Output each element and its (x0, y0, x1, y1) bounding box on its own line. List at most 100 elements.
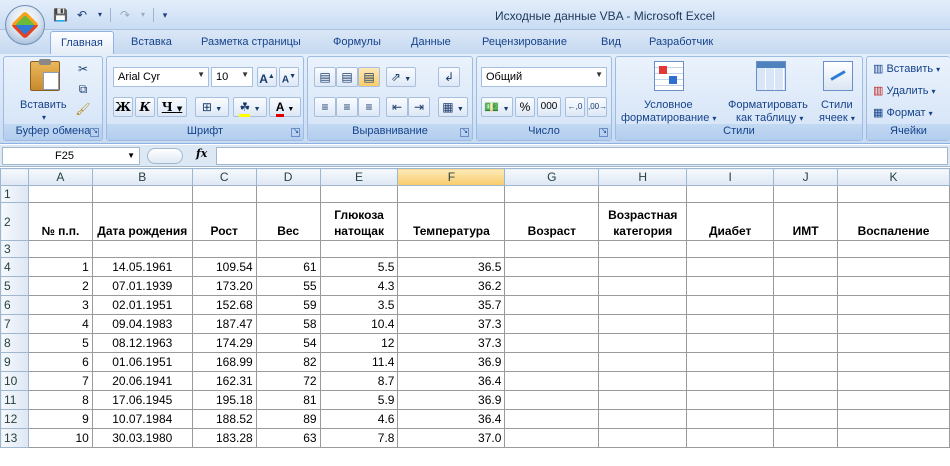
office-button[interactable] (5, 5, 45, 45)
cut-icon[interactable]: ✂ (74, 62, 92, 79)
cell-a5[interactable]: 2 (27, 276, 93, 296)
wrap-text-icon[interactable]: ↲ (438, 67, 460, 87)
cell-f7[interactable]: 37.3 (397, 314, 506, 334)
cell-d8[interactable]: 54 (255, 333, 321, 353)
tab-view[interactable]: Вид (601, 36, 621, 48)
row-header-2[interactable]: 2 (0, 202, 29, 241)
row-header-10[interactable]: 10 (0, 371, 29, 391)
cell-h12[interactable] (598, 409, 688, 429)
cell-a6[interactable]: 3 (27, 295, 93, 315)
tab-page-layout[interactable]: Разметка страницы (201, 36, 301, 48)
copy-icon[interactable]: ⧉ (74, 82, 92, 99)
row-header-13[interactable]: 13 (0, 428, 29, 448)
cell-d2[interactable]: Вес (255, 202, 321, 241)
cell-h6[interactable] (598, 295, 688, 315)
cell-b2[interactable]: Дата рождения (91, 202, 193, 241)
row-header-5[interactable]: 5 (0, 276, 29, 296)
row-header-9[interactable]: 9 (0, 352, 29, 372)
cell-k13[interactable] (837, 428, 950, 448)
cell-a7[interactable]: 4 (27, 314, 93, 334)
conditional-formatting-icon[interactable] (654, 61, 684, 91)
column-header-j[interactable]: J (773, 168, 839, 186)
tab-data[interactable]: Данные (411, 36, 451, 48)
cell-c3[interactable] (191, 240, 257, 258)
cell-b8[interactable]: 08.12.1963 (91, 333, 193, 353)
align-left-icon[interactable]: ≡ (314, 97, 336, 117)
tab-home[interactable]: Главная (50, 31, 114, 55)
cell-f10[interactable]: 36.4 (397, 371, 506, 391)
cell-i7[interactable] (686, 314, 775, 334)
cell-a11[interactable]: 8 (27, 390, 93, 410)
cell-g4[interactable] (504, 257, 600, 277)
cell-e1[interactable] (319, 185, 399, 203)
insert-cells-button[interactable]: ▥ Вставить ▾ (873, 63, 940, 76)
cell-styles-label[interactable]: Стили (821, 99, 853, 111)
align-right-icon[interactable]: ≡ (358, 97, 380, 117)
cell-g12[interactable] (504, 409, 600, 429)
cell-h13[interactable] (598, 428, 688, 448)
insert-function-icon[interactable]: fx (196, 147, 207, 160)
cell-c10[interactable]: 162.31 (191, 371, 257, 391)
cell-e3[interactable] (319, 240, 399, 258)
cell-c9[interactable]: 168.99 (191, 352, 257, 372)
cell-k10[interactable] (837, 371, 950, 391)
cell-i4[interactable] (686, 257, 775, 277)
cell-b12[interactable]: 10.07.1984 (91, 409, 193, 429)
redo-icon[interactable]: ↷ (117, 7, 133, 23)
cell-c12[interactable]: 188.52 (191, 409, 257, 429)
column-header-i[interactable]: I (686, 168, 775, 186)
cell-j6[interactable] (773, 295, 839, 315)
cell-d11[interactable]: 81 (255, 390, 321, 410)
cell-g2[interactable]: Возраст (504, 202, 600, 241)
cell-d5[interactable]: 55 (255, 276, 321, 296)
paste-dropdown-icon[interactable]: ▾ (42, 112, 46, 124)
cell-j7[interactable] (773, 314, 839, 334)
cell-h10[interactable] (598, 371, 688, 391)
row-header-1[interactable]: 1 (0, 185, 29, 203)
cell-c8[interactable]: 174.29 (191, 333, 257, 353)
increase-decimal-icon[interactable]: ←,0 (565, 97, 585, 117)
cell-i12[interactable] (686, 409, 775, 429)
row-header-3[interactable]: 3 (0, 240, 29, 258)
cell-j9[interactable] (773, 352, 839, 372)
cell-i13[interactable] (686, 428, 775, 448)
format-as-table-label[interactable]: Форматировать (728, 99, 808, 111)
cell-a1[interactable] (27, 185, 93, 203)
column-header-d[interactable]: D (255, 168, 321, 186)
cell-g5[interactable] (504, 276, 600, 296)
cell-b5[interactable]: 07.01.1939 (91, 276, 193, 296)
cell-j1[interactable] (773, 185, 839, 203)
format-cells-button[interactable]: ▦ Формат ▾ (873, 107, 933, 120)
paste-icon[interactable] (30, 59, 60, 91)
font-size-select[interactable]: 10 ▼ (211, 67, 253, 87)
cell-b4[interactable]: 14.05.1961 (91, 257, 193, 277)
row-header-7[interactable]: 7 (0, 314, 29, 334)
column-header-k[interactable]: K (837, 168, 950, 186)
customize-qat-icon[interactable]: ▾ (160, 7, 170, 23)
number-launcher-icon[interactable]: ↘ (599, 128, 608, 137)
cell-d12[interactable]: 89 (255, 409, 321, 429)
tab-formulas[interactable]: Формулы (333, 36, 381, 48)
font-name-select[interactable]: Arial Cyr ▼ (113, 67, 209, 87)
align-top-icon[interactable]: ▤ (314, 67, 336, 87)
cell-c4[interactable]: 109.54 (191, 257, 257, 277)
cell-k1[interactable] (837, 185, 950, 203)
shrink-font-icon[interactable]: A▼ (279, 67, 299, 87)
cell-b3[interactable] (91, 240, 193, 258)
cell-h2[interactable]: Возрастная категория (598, 202, 688, 241)
cell-k4[interactable] (837, 257, 950, 277)
name-box[interactable]: F25 ▼ (2, 147, 140, 165)
cell-i9[interactable] (686, 352, 775, 372)
grow-font-icon[interactable]: A▲ (257, 67, 277, 87)
cell-j8[interactable] (773, 333, 839, 353)
cell-f2[interactable]: Температура (397, 202, 506, 241)
redo-dropdown-icon[interactable]: ▾ (139, 7, 147, 23)
align-center-icon[interactable]: ≡ (336, 97, 358, 117)
column-header-a[interactable]: A (27, 168, 93, 186)
cell-e9[interactable]: 11.4 (319, 352, 399, 372)
bold-button[interactable]: Ж (113, 97, 133, 117)
cell-g9[interactable] (504, 352, 600, 372)
borders-button[interactable]: ⊞ ▼ (195, 97, 229, 117)
column-header-g[interactable]: G (504, 168, 600, 186)
cell-g10[interactable] (504, 371, 600, 391)
